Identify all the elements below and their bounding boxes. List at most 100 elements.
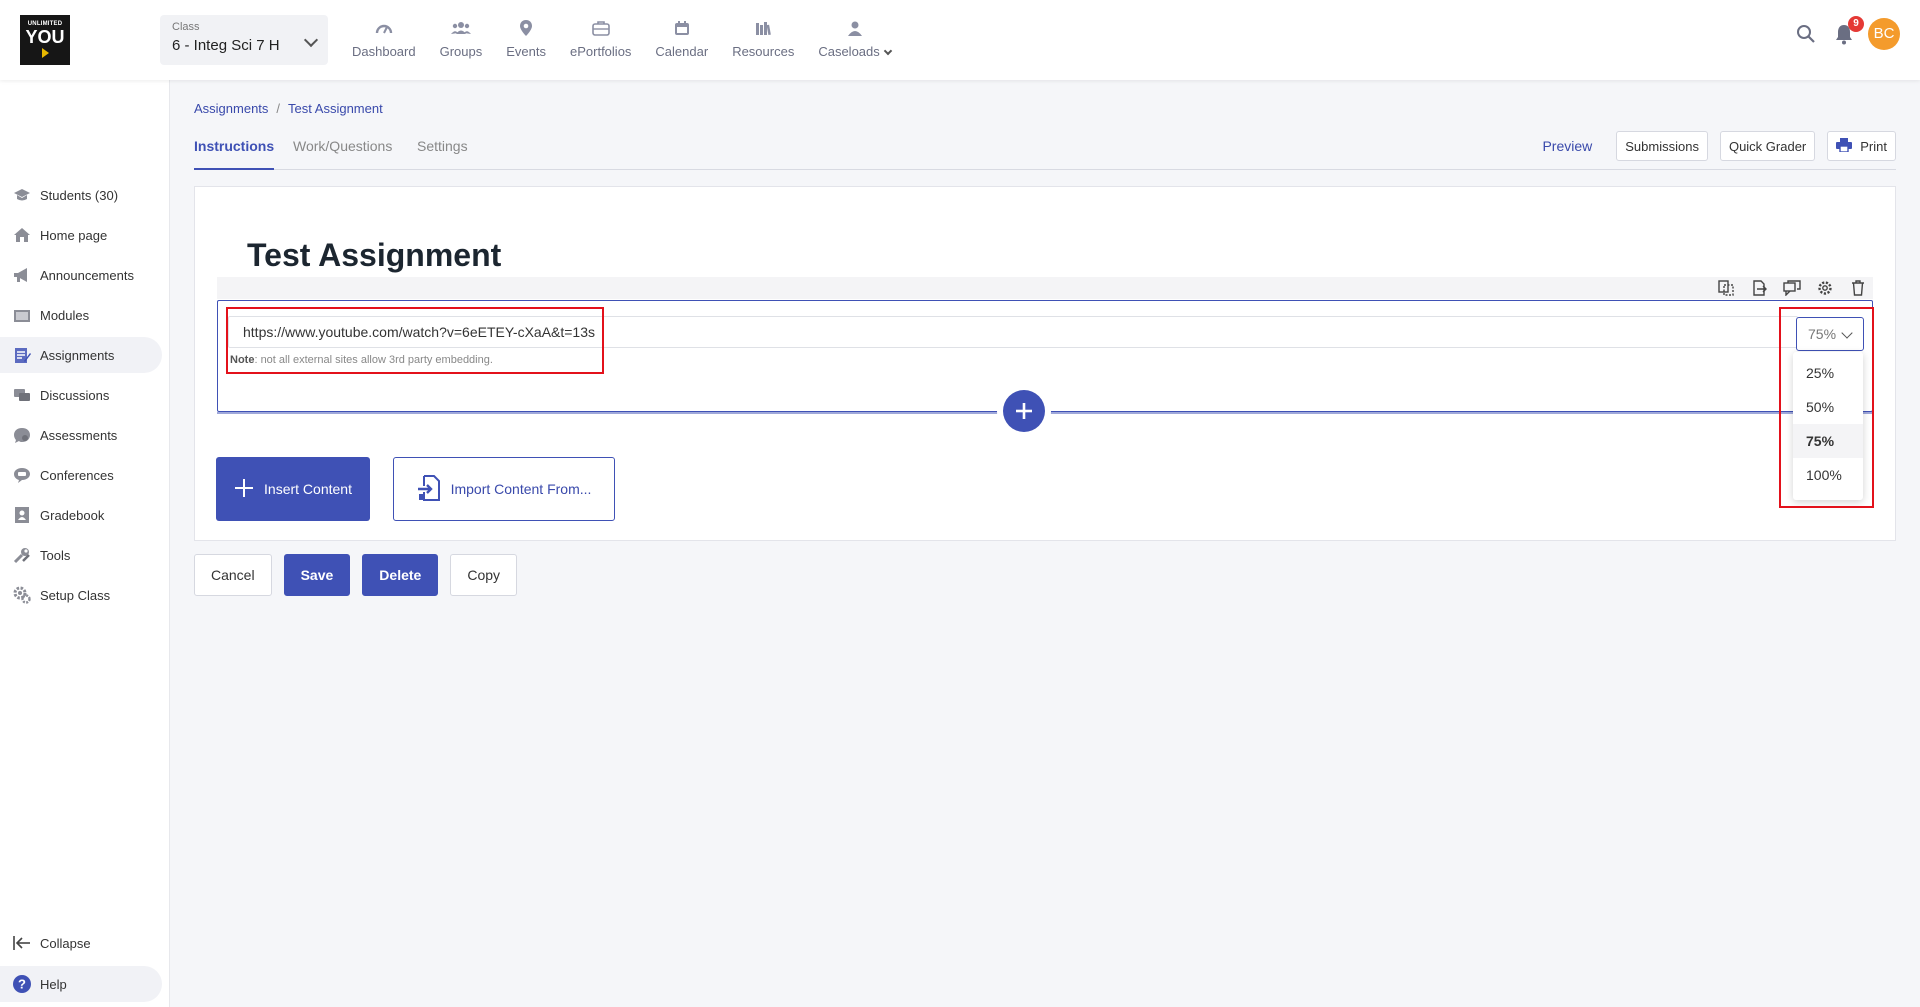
page-actions: Preview Submissions Quick Grader Print: [1542, 131, 1896, 161]
quick-grader-button[interactable]: Quick Grader: [1719, 131, 1816, 161]
export-icon[interactable]: [1750, 279, 1768, 297]
sidebar: Students (30) Home page Announcements Mo…: [0, 80, 170, 1007]
home-icon: [12, 225, 32, 245]
embed-size-menu: 25% 50% 75% 100%: [1793, 352, 1863, 500]
insert-content-label: Insert Content: [264, 481, 352, 497]
sidebar-item-home-page[interactable]: Home page: [0, 217, 162, 253]
size-option-100[interactable]: 100%: [1793, 458, 1863, 492]
embed-url-input[interactable]: [228, 316, 1798, 348]
assignment-icon: [12, 345, 32, 365]
sidebar-item-label: Assignments: [40, 347, 115, 363]
tab-settings[interactable]: Settings: [417, 138, 468, 168]
sidebar-item-announcements[interactable]: Announcements: [0, 257, 162, 293]
sidebar-item-discussions[interactable]: Discussions: [0, 377, 162, 413]
sidebar-item-label: Conferences: [40, 467, 114, 483]
breadcrumb: Assignments / Test Assignment: [194, 101, 383, 116]
delete-button[interactable]: Delete: [362, 554, 439, 596]
gauge-icon: [374, 18, 394, 38]
embed-size-value: 75%: [1808, 326, 1837, 342]
size-option-75[interactable]: 75%: [1793, 424, 1863, 458]
unlimited-you-logo[interactable]: UNLIMITED YOU: [20, 15, 70, 65]
books-icon: [753, 18, 773, 38]
print-button[interactable]: Print: [1827, 131, 1896, 161]
add-block-button[interactable]: [1003, 390, 1045, 432]
assignment-title[interactable]: Test Assignment: [247, 237, 501, 274]
sidebar-help-label: Help: [40, 976, 67, 992]
preview-link[interactable]: Preview: [1542, 138, 1592, 154]
svg-text:?: ?: [18, 977, 26, 992]
class-selector-label: Class: [172, 21, 200, 33]
nav-eportfolios[interactable]: ePortfolios: [570, 18, 631, 59]
printer-icon: [1836, 137, 1853, 155]
insert-content-button[interactable]: Insert Content: [216, 457, 370, 521]
sidebar-item-label: Setup Class: [40, 587, 111, 603]
tab-work-questions[interactable]: Work/Questions: [293, 138, 392, 168]
gear-icon: [12, 585, 32, 605]
embed-content-block: Note: not all external sites allow 3rd p…: [217, 300, 1873, 412]
search-icon[interactable]: [1794, 22, 1818, 46]
sidebar-help[interactable]: ? Help: [0, 966, 162, 1002]
nav-dashboard[interactable]: Dashboard: [352, 18, 416, 59]
embed-size-select[interactable]: 75%: [1796, 317, 1864, 351]
import-content-button[interactable]: Import Content From...: [393, 457, 615, 521]
nav-calendar[interactable]: Calendar: [655, 18, 708, 59]
top-bar: UNLIMITED YOU Class 6 - Integ Sci 7 H Da…: [0, 0, 1920, 80]
sidebar-item-assignments[interactable]: Assignments: [0, 337, 162, 373]
sidebar-item-label: Assessments: [40, 427, 118, 443]
header-actions: 9 BC: [1794, 16, 1900, 50]
block-toolbar: [217, 277, 1873, 299]
breadcrumb-current[interactable]: Test Assignment: [288, 101, 383, 116]
chevron-down-icon: [1841, 327, 1853, 339]
nav-events[interactable]: Events: [506, 18, 546, 59]
plus-icon: [1016, 403, 1032, 419]
add-block-divider: [217, 412, 1873, 414]
trash-icon[interactable]: [1849, 279, 1867, 297]
duplicate-icon[interactable]: [1717, 279, 1735, 297]
nav-events-label: Events: [506, 44, 546, 59]
chat-bubbles-icon: [12, 385, 32, 405]
size-option-25[interactable]: 25%: [1793, 356, 1863, 390]
class-selector-value: 6 - Integ Sci 7 H: [172, 37, 280, 54]
sidebar-item-conferences[interactable]: Conferences: [0, 457, 162, 493]
people-icon: [450, 18, 471, 38]
location-pin-icon: [516, 18, 536, 38]
help-icon: ?: [12, 974, 32, 994]
sidebar-item-gradebook[interactable]: Gradebook: [0, 497, 162, 533]
briefcase-icon: [591, 18, 611, 38]
breadcrumb-assignments-link[interactable]: Assignments: [194, 101, 268, 116]
megaphone-icon: [12, 265, 32, 285]
embed-note-text: : not all external sites allow 3rd party…: [254, 354, 493, 366]
sidebar-item-label: Modules: [40, 307, 90, 323]
sidebar-item-students[interactable]: Students (30): [0, 177, 162, 213]
assessment-icon: [12, 425, 32, 445]
sidebar-item-label: Announcements: [40, 267, 134, 283]
nav-groups[interactable]: Groups: [440, 18, 482, 59]
embed-note-label: Note: [230, 354, 255, 366]
sidebar-item-label: Discussions: [40, 387, 110, 403]
sidebar-item-label: Students (30): [40, 187, 119, 203]
copy-button[interactable]: Copy: [450, 554, 518, 596]
sidebar-collapse[interactable]: Collapse: [0, 925, 162, 961]
sidebar-item-modules[interactable]: Modules: [0, 297, 162, 333]
students-icon: [12, 185, 32, 205]
sidebar-item-tools[interactable]: Tools: [0, 537, 162, 573]
print-button-label: Print: [1860, 138, 1887, 154]
nav-caseloads[interactable]: Caseloads: [818, 18, 893, 59]
plus-icon: [234, 478, 254, 501]
sidebar-item-setup-class[interactable]: Setup Class: [0, 577, 162, 613]
notifications-bell-icon[interactable]: 9: [1832, 16, 1864, 46]
cancel-button[interactable]: Cancel: [194, 554, 272, 596]
nav-eportfolios-label: ePortfolios: [570, 44, 632, 59]
user-avatar[interactable]: BC: [1868, 18, 1900, 50]
save-button[interactable]: Save: [283, 554, 351, 596]
size-option-50[interactable]: 50%: [1793, 390, 1863, 424]
tab-instructions[interactable]: Instructions: [194, 138, 275, 170]
logo-line-2: YOU: [25, 27, 65, 47]
comment-icon[interactable]: [1783, 279, 1801, 297]
submissions-button[interactable]: Submissions: [1616, 131, 1708, 161]
nav-resources[interactable]: Resources: [732, 18, 794, 59]
sidebar-item-assessments[interactable]: Assessments: [0, 417, 162, 453]
import-content-label: Import Content From...: [450, 481, 592, 497]
settings-gear-icon[interactable]: [1816, 279, 1834, 297]
class-selector[interactable]: Class 6 - Integ Sci 7 H: [160, 15, 328, 65]
